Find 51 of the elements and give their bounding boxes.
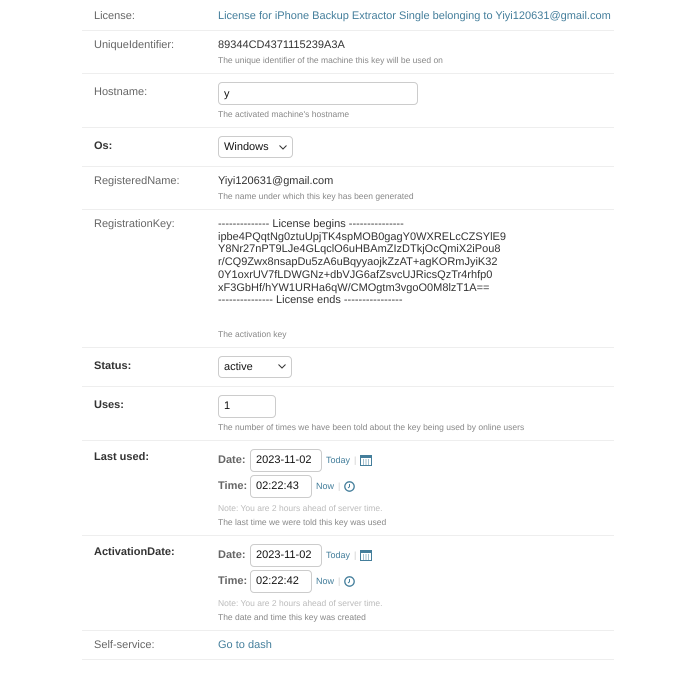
field-label: RegisteredName: — [94, 175, 181, 187]
help-text: The date and time this key was created — [218, 612, 366, 622]
field-label: Uses: — [94, 398, 125, 411]
now-link[interactable]: Now — [316, 481, 334, 492]
license-key-text: -------------- License begins --------------- ipbe4PQqtNg0ztuUpjTK4spMOB0gagY0WXRELcCZSYlE9 Y8Nr27nPT9LJe4GLqclO6uHBAmZIzDTkjOcQmiX2iPou8 r/CQ9Zwx8nsapDu5zA6uBqyyaojkZzAT+agKORmJyiK32 0Y1oxrUV7fLDWGNz+dbVJG6afZsvcUJRicsQzTr4rhfp0 xF3GbHf/hYW1URHa6qW/CMOgtm3vgoO0M8lzT1A== --------------- License ends ---------------- — [218, 218, 506, 307]
time-field[interactable]: 02:22:43 — [250, 474, 312, 498]
select-dropdown[interactable]: Windows — [218, 136, 293, 158]
field-label: Last used: — [94, 450, 150, 463]
today-link[interactable]: Today — [326, 550, 350, 560]
caret-icon — [278, 364, 286, 370]
field-label: Os: — [94, 139, 114, 152]
caret-icon — [278, 144, 287, 150]
field-label: UniqueIdentifier: — [94, 39, 176, 51]
time-field[interactable]: 02:22:42 — [250, 570, 312, 593]
help-text: The name under which this key has been generated — [218, 191, 414, 201]
clock-icon[interactable] — [344, 576, 356, 587]
help-text: The activation key — [218, 328, 287, 339]
time-label: Time: — [218, 480, 246, 492]
field-label: Status: — [94, 358, 132, 372]
separator: | — [338, 576, 340, 586]
text-field[interactable]: y — [218, 82, 418, 105]
date-label: Date: — [218, 549, 246, 562]
number-field[interactable]: 1 — [218, 394, 276, 418]
help-text: The activated machine's hostname — [218, 109, 350, 119]
field-value: 89344CD4371115239A3A — [218, 39, 345, 51]
field-value: Yiyi120631@gmail.com — [218, 175, 334, 187]
separator: | — [338, 481, 340, 492]
date-field[interactable]: 2023-11-02 — [250, 544, 322, 567]
link[interactable]: License for iPhone Backup Extractor Single belonging to Yiyi120631@gmail.com — [218, 10, 611, 22]
timezone-note: Note: You are 2 hours ahead of server time. — [218, 502, 382, 513]
calendar-icon[interactable] — [360, 454, 372, 466]
date-field[interactable]: 2023-11-02 — [250, 448, 322, 472]
help-text: The unique identifier of the machine this key will be used on — [218, 55, 443, 65]
field-label: Hostname: — [94, 85, 148, 98]
timezone-note: Note: You are 2 hours ahead of server time. — [218, 598, 382, 608]
field-label: License: — [94, 10, 136, 22]
help-text: The last time we were told this key was used — [218, 516, 386, 527]
field-label: RegistrationKey: — [94, 218, 176, 230]
link[interactable]: Go to dash — [218, 638, 272, 651]
help-text: The number of times we have been told about the key being used by online users — [218, 422, 524, 432]
now-link[interactable]: Now — [316, 576, 334, 586]
calendar-icon[interactable] — [360, 549, 372, 562]
select-dropdown[interactable]: active — [218, 356, 292, 378]
time-label: Time: — [218, 575, 246, 588]
field-label: ActivationDate: — [94, 544, 176, 558]
today-link[interactable]: Today — [326, 455, 350, 466]
separator: | — [354, 455, 356, 466]
date-label: Date: — [218, 454, 246, 466]
clock-icon[interactable] — [344, 480, 356, 492]
separator: | — [354, 550, 356, 560]
field-label: Self-service: — [94, 638, 156, 651]
